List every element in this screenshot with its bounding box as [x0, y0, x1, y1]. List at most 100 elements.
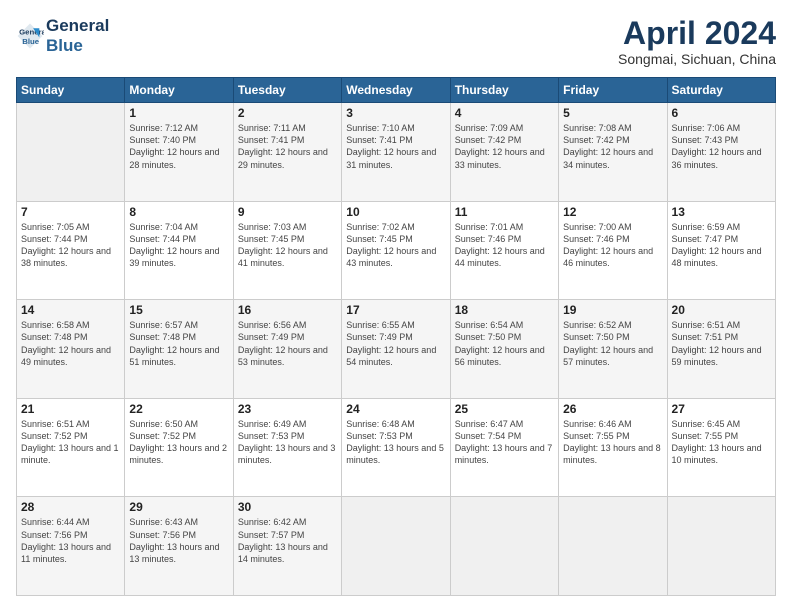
day-number: 19 — [563, 303, 662, 317]
day-header-wednesday: Wednesday — [342, 78, 450, 103]
calendar-cell: 23 Sunrise: 6:49 AM Sunset: 7:53 PM Dayli… — [233, 398, 341, 497]
cell-info: Sunrise: 7:03 AM Sunset: 7:45 PM Dayligh… — [238, 221, 337, 270]
day-number: 26 — [563, 402, 662, 416]
cell-info: Sunrise: 7:08 AM Sunset: 7:42 PM Dayligh… — [563, 122, 662, 171]
calendar-cell: 27 Sunrise: 6:45 AM Sunset: 7:55 PM Dayli… — [667, 398, 775, 497]
cell-info: Sunrise: 6:45 AM Sunset: 7:55 PM Dayligh… — [672, 418, 771, 467]
month-title: April 2024 — [618, 16, 776, 51]
calendar-cell: 20 Sunrise: 6:51 AM Sunset: 7:51 PM Dayli… — [667, 300, 775, 399]
logo-blue: Blue — [46, 36, 109, 56]
calendar-cell: 13 Sunrise: 6:59 AM Sunset: 7:47 PM Dayli… — [667, 201, 775, 300]
day-number: 27 — [672, 402, 771, 416]
day-number: 18 — [455, 303, 554, 317]
calendar-cell: 12Sunrise: 7:00 AM Sunset: 7:46 PM Dayli… — [559, 201, 667, 300]
header: General Blue General Blue April 2024 Son… — [16, 16, 776, 67]
calendar-week-2: 7Sunrise: 7:05 AM Sunset: 7:44 PM Daylig… — [17, 201, 776, 300]
day-number: 6 — [672, 106, 771, 120]
calendar-cell: 9 Sunrise: 7:03 AM Sunset: 7:45 PM Daylig… — [233, 201, 341, 300]
day-number: 9 — [238, 205, 337, 219]
calendar-cell: 4Sunrise: 7:09 AM Sunset: 7:42 PM Daylig… — [450, 103, 558, 202]
day-number: 14 — [21, 303, 120, 317]
calendar-cell: 25Sunrise: 6:47 AM Sunset: 7:54 PM Dayli… — [450, 398, 558, 497]
calendar-cell: 5 Sunrise: 7:08 AM Sunset: 7:42 PM Daylig… — [559, 103, 667, 202]
calendar-table: SundayMondayTuesdayWednesdayThursdayFrid… — [16, 77, 776, 596]
cell-info: Sunrise: 6:55 AM Sunset: 7:49 PM Dayligh… — [346, 319, 445, 368]
day-header-monday: Monday — [125, 78, 233, 103]
cell-info: Sunrise: 7:12 AM Sunset: 7:40 PM Dayligh… — [129, 122, 228, 171]
cell-info: Sunrise: 7:01 AM Sunset: 7:46 PM Dayligh… — [455, 221, 554, 270]
calendar-cell: 10 Sunrise: 7:02 AM Sunset: 7:45 PM Dayli… — [342, 201, 450, 300]
cell-info: Sunrise: 7:11 AM Sunset: 7:41 PM Dayligh… — [238, 122, 337, 171]
calendar-cell: 8 Sunrise: 7:04 AM Sunset: 7:44 PM Daylig… — [125, 201, 233, 300]
calendar-cell: 3 Sunrise: 7:10 AM Sunset: 7:41 PM Daylig… — [342, 103, 450, 202]
cell-info: Sunrise: 6:43 AM Sunset: 7:56 PM Dayligh… — [129, 516, 228, 565]
calendar-cell — [17, 103, 125, 202]
calendar-cell — [450, 497, 558, 596]
calendar-cell: 19 Sunrise: 6:52 AM Sunset: 7:50 PM Dayli… — [559, 300, 667, 399]
day-number: 16 — [238, 303, 337, 317]
general-blue-logo-icon: General Blue — [16, 22, 44, 50]
calendar-cell: 14Sunrise: 6:58 AM Sunset: 7:48 PM Dayli… — [17, 300, 125, 399]
day-number: 7 — [21, 205, 120, 219]
cell-info: Sunrise: 6:49 AM Sunset: 7:53 PM Dayligh… — [238, 418, 337, 467]
cell-info: Sunrise: 6:50 AM Sunset: 7:52 PM Dayligh… — [129, 418, 228, 467]
cell-info: Sunrise: 6:51 AM Sunset: 7:52 PM Dayligh… — [21, 418, 120, 467]
day-header-saturday: Saturday — [667, 78, 775, 103]
cell-info: Sunrise: 6:52 AM Sunset: 7:50 PM Dayligh… — [563, 319, 662, 368]
calendar-cell: 7Sunrise: 7:05 AM Sunset: 7:44 PM Daylig… — [17, 201, 125, 300]
day-number: 5 — [563, 106, 662, 120]
location-subtitle: Songmai, Sichuan, China — [618, 51, 776, 67]
calendar-week-3: 14Sunrise: 6:58 AM Sunset: 7:48 PM Dayli… — [17, 300, 776, 399]
title-block: April 2024 Songmai, Sichuan, China — [618, 16, 776, 67]
day-number: 20 — [672, 303, 771, 317]
calendar-header-row: SundayMondayTuesdayWednesdayThursdayFrid… — [17, 78, 776, 103]
day-number: 24 — [346, 402, 445, 416]
day-number: 1 — [129, 106, 228, 120]
calendar-week-5: 28 Sunrise: 6:44 AM Sunset: 7:56 PM Dayli… — [17, 497, 776, 596]
cell-info: Sunrise: 6:47 AM Sunset: 7:54 PM Dayligh… — [455, 418, 554, 467]
day-number: 30 — [238, 500, 337, 514]
cell-info: Sunrise: 6:59 AM Sunset: 7:47 PM Dayligh… — [672, 221, 771, 270]
calendar-cell: 2 Sunrise: 7:11 AM Sunset: 7:41 PM Daylig… — [233, 103, 341, 202]
svg-text:Blue: Blue — [22, 36, 40, 45]
day-header-thursday: Thursday — [450, 78, 558, 103]
day-number: 23 — [238, 402, 337, 416]
calendar-cell: 18Sunrise: 6:54 AM Sunset: 7:50 PM Dayli… — [450, 300, 558, 399]
day-number: 22 — [129, 402, 228, 416]
calendar-cell — [342, 497, 450, 596]
day-header-friday: Friday — [559, 78, 667, 103]
day-number: 29 — [129, 500, 228, 514]
cell-info: Sunrise: 7:02 AM Sunset: 7:45 PM Dayligh… — [346, 221, 445, 270]
cell-info: Sunrise: 6:44 AM Sunset: 7:56 PM Dayligh… — [21, 516, 120, 565]
day-number: 11 — [455, 205, 554, 219]
day-number: 10 — [346, 205, 445, 219]
day-number: 17 — [346, 303, 445, 317]
calendar-cell: 30 Sunrise: 6:42 AM Sunset: 7:57 PM Dayli… — [233, 497, 341, 596]
cell-info: Sunrise: 7:06 AM Sunset: 7:43 PM Dayligh… — [672, 122, 771, 171]
cell-info: Sunrise: 7:10 AM Sunset: 7:41 PM Dayligh… — [346, 122, 445, 171]
calendar-cell: 29 Sunrise: 6:43 AM Sunset: 7:56 PM Dayli… — [125, 497, 233, 596]
calendar-week-4: 21 Sunrise: 6:51 AM Sunset: 7:52 PM Dayli… — [17, 398, 776, 497]
cell-info: Sunrise: 6:57 AM Sunset: 7:48 PM Dayligh… — [129, 319, 228, 368]
cell-info: Sunrise: 6:56 AM Sunset: 7:49 PM Dayligh… — [238, 319, 337, 368]
calendar-cell: 17 Sunrise: 6:55 AM Sunset: 7:49 PM Dayli… — [342, 300, 450, 399]
calendar-cell: 24Sunrise: 6:48 AM Sunset: 7:53 PM Dayli… — [342, 398, 450, 497]
day-number: 28 — [21, 500, 120, 514]
calendar-week-1: 1 Sunrise: 7:12 AM Sunset: 7:40 PM Daylig… — [17, 103, 776, 202]
calendar-cell — [559, 497, 667, 596]
cell-info: Sunrise: 7:04 AM Sunset: 7:44 PM Dayligh… — [129, 221, 228, 270]
day-number: 2 — [238, 106, 337, 120]
cell-info: Sunrise: 6:51 AM Sunset: 7:51 PM Dayligh… — [672, 319, 771, 368]
day-number: 13 — [672, 205, 771, 219]
logo: General Blue General Blue — [16, 16, 109, 55]
calendar-cell: 11 Sunrise: 7:01 AM Sunset: 7:46 PM Dayli… — [450, 201, 558, 300]
day-number: 15 — [129, 303, 228, 317]
calendar-cell: 15 Sunrise: 6:57 AM Sunset: 7:48 PM Dayli… — [125, 300, 233, 399]
day-number: 8 — [129, 205, 228, 219]
calendar-cell: 21 Sunrise: 6:51 AM Sunset: 7:52 PM Dayli… — [17, 398, 125, 497]
cell-info: Sunrise: 7:09 AM Sunset: 7:42 PM Dayligh… — [455, 122, 554, 171]
day-number: 3 — [346, 106, 445, 120]
page: General Blue General Blue April 2024 Son… — [0, 0, 792, 612]
cell-info: Sunrise: 6:42 AM Sunset: 7:57 PM Dayligh… — [238, 516, 337, 565]
day-number: 21 — [21, 402, 120, 416]
